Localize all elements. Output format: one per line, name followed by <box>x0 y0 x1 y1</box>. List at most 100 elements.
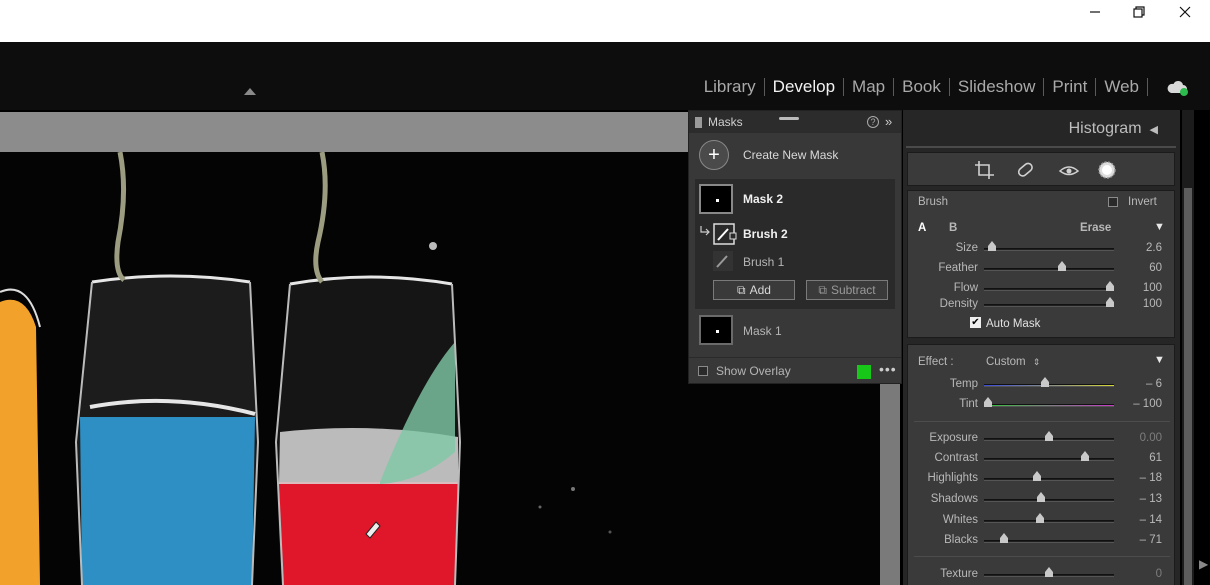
masks-panel-header[interactable]: Masks ? » <box>689 111 901 133</box>
module-develop[interactable]: Develop <box>765 76 843 98</box>
brush-1-icon[interactable] <box>713 251 733 271</box>
texture-label: Texture <box>940 568 978 580</box>
brush-a-tab[interactable]: A <box>918 222 926 234</box>
temp-value[interactable]: – 6 <box>1122 378 1162 390</box>
collapse-top-panel-icon[interactable] <box>244 88 256 95</box>
show-overlay-label: Show Overlay <box>716 363 791 378</box>
temp-label: Temp <box>949 378 978 390</box>
texture-slider[interactable] <box>984 567 1114 577</box>
module-book[interactable]: Book <box>894 76 949 98</box>
mask-1-thumbnail[interactable] <box>699 315 733 345</box>
collapse-panel-icon[interactable]: » <box>885 114 892 129</box>
show-overlay-checkbox[interactable] <box>698 365 708 376</box>
minimize-button[interactable] <box>1072 0 1118 24</box>
texture-value[interactable]: 0 <box>1122 568 1162 580</box>
masking-icon[interactable] <box>1096 160 1118 180</box>
cloud-sync-icon[interactable] <box>1166 79 1190 97</box>
panel-grip-icon[interactable] <box>695 116 702 128</box>
highlights-label: Highlights <box>927 472 979 484</box>
tint-label: Tint <box>959 398 978 410</box>
flow-label: Flow <box>953 282 978 294</box>
mask-2-group: Mask 2 Brush 2 Brush 1 ⧉ Add ⧉ Subtract <box>695 179 895 309</box>
contrast-label: Contrast <box>934 452 978 464</box>
brush-b-tab[interactable]: B <box>949 222 957 234</box>
density-value[interactable]: 100 <box>1122 298 1162 310</box>
module-web[interactable]: Web <box>1096 76 1147 98</box>
contrast-slider[interactable] <box>984 451 1114 461</box>
divider <box>914 556 1170 557</box>
blacks-value[interactable]: – 71 <box>1122 534 1162 546</box>
whites-value[interactable]: – 14 <box>1122 514 1162 526</box>
effect-preset-value: Custom <box>986 356 1026 368</box>
subtract-button[interactable]: ⧉ Subtract <box>806 280 888 300</box>
crop-icon[interactable] <box>974 160 996 180</box>
feather-value[interactable]: 60 <box>1122 262 1162 274</box>
module-map[interactable]: Map <box>844 76 893 98</box>
overlay-color-swatch[interactable] <box>857 365 871 379</box>
size-slider[interactable] <box>984 241 1114 251</box>
add-label: Add <box>749 283 771 297</box>
scrollbar-thumb[interactable] <box>1184 188 1192 585</box>
invert-label: Invert <box>1128 196 1157 208</box>
tool-strip <box>907 152 1175 186</box>
restore-icon <box>1133 6 1145 18</box>
healing-icon[interactable] <box>1014 160 1036 180</box>
histogram-title: Histogram <box>1068 120 1142 137</box>
expand-histogram-icon[interactable]: ◀ <box>1150 123 1158 136</box>
restore-button[interactable] <box>1116 0 1162 24</box>
density-slider[interactable] <box>984 297 1115 307</box>
add-brush-button[interactable]: ⧉ Add <box>713 280 795 300</box>
flow-value[interactable]: 100 <box>1122 282 1162 294</box>
brush-2-icon[interactable] <box>713 223 737 245</box>
size-value[interactable]: 2.6 <box>1122 242 1162 254</box>
exposure-slider[interactable] <box>984 431 1114 441</box>
minimize-icon <box>1090 11 1100 13</box>
brush-erase-tab[interactable]: Erase <box>1080 222 1111 234</box>
module-print[interactable]: Print <box>1044 76 1095 98</box>
brush-options-icon[interactable]: ▼ <box>1154 221 1165 233</box>
flow-slider[interactable] <box>984 281 1115 291</box>
highlights-slider[interactable] <box>984 471 1114 481</box>
module-slideshow[interactable]: Slideshow <box>950 76 1044 98</box>
brush-1-label[interactable]: Brush 1 <box>743 255 784 269</box>
right-panel-scrollbar[interactable] <box>1182 110 1194 585</box>
subtract-label: Subtract <box>830 283 876 297</box>
whites-slider[interactable] <box>984 513 1114 523</box>
auto-mask-checkbox[interactable]: ✔ <box>970 317 981 328</box>
subtract-icon: ⧉ <box>818 282 827 297</box>
tint-slider[interactable] <box>983 397 1114 407</box>
red-eye-icon[interactable] <box>1058 160 1080 180</box>
expand-right-edge-icon[interactable]: ▶ <box>1199 557 1208 571</box>
more-options-icon[interactable]: ••• <box>879 361 897 377</box>
effect-section: Effect : Custom ⇕ ▼ Temp – 6 Tint – 100 … <box>907 344 1175 585</box>
shadows-slider[interactable] <box>984 492 1114 502</box>
close-icon <box>1179 6 1191 18</box>
help-icon[interactable]: ? <box>867 116 879 128</box>
brush-2-label[interactable]: Brush 2 <box>743 227 788 241</box>
mask-2-label[interactable]: Mask 2 <box>743 192 783 206</box>
highlights-value[interactable]: – 18 <box>1122 472 1162 484</box>
blacks-slider[interactable] <box>984 533 1114 543</box>
module-library[interactable]: Library <box>696 76 764 98</box>
feather-slider[interactable] <box>984 261 1114 271</box>
effect-collapse-icon[interactable]: ▼ <box>1154 354 1165 366</box>
shadows-value[interactable]: – 13 <box>1122 493 1162 505</box>
temp-slider[interactable] <box>984 377 1114 387</box>
invert-checkbox[interactable] <box>1108 197 1118 207</box>
exposure-label: Exposure <box>929 432 978 444</box>
feather-label: Feather <box>938 262 978 274</box>
histogram-header[interactable]: Histogram ◀ <box>903 110 1180 148</box>
shadows-label: Shadows <box>930 493 978 505</box>
create-new-mask-label: Create New Mask <box>743 148 839 162</box>
create-new-mask-button[interactable]: + Create New Mask <box>689 133 901 177</box>
contrast-value[interactable]: 61 <box>1122 452 1162 464</box>
effect-preset-dropdown[interactable]: Custom ⇕ <box>986 356 1040 368</box>
mask-1-label[interactable]: Mask 1 <box>743 324 782 338</box>
drag-handle[interactable] <box>779 117 799 120</box>
tint-value[interactable]: – 100 <box>1122 398 1162 410</box>
exposure-value[interactable]: 0.00 <box>1122 432 1162 444</box>
close-button[interactable] <box>1162 0 1208 24</box>
updown-icon: ⇕ <box>1032 357 1041 367</box>
mask-2-thumbnail[interactable] <box>699 184 733 214</box>
brush-section: Brush Invert A B Erase ▼ Size 2.6 Feathe… <box>907 190 1175 338</box>
